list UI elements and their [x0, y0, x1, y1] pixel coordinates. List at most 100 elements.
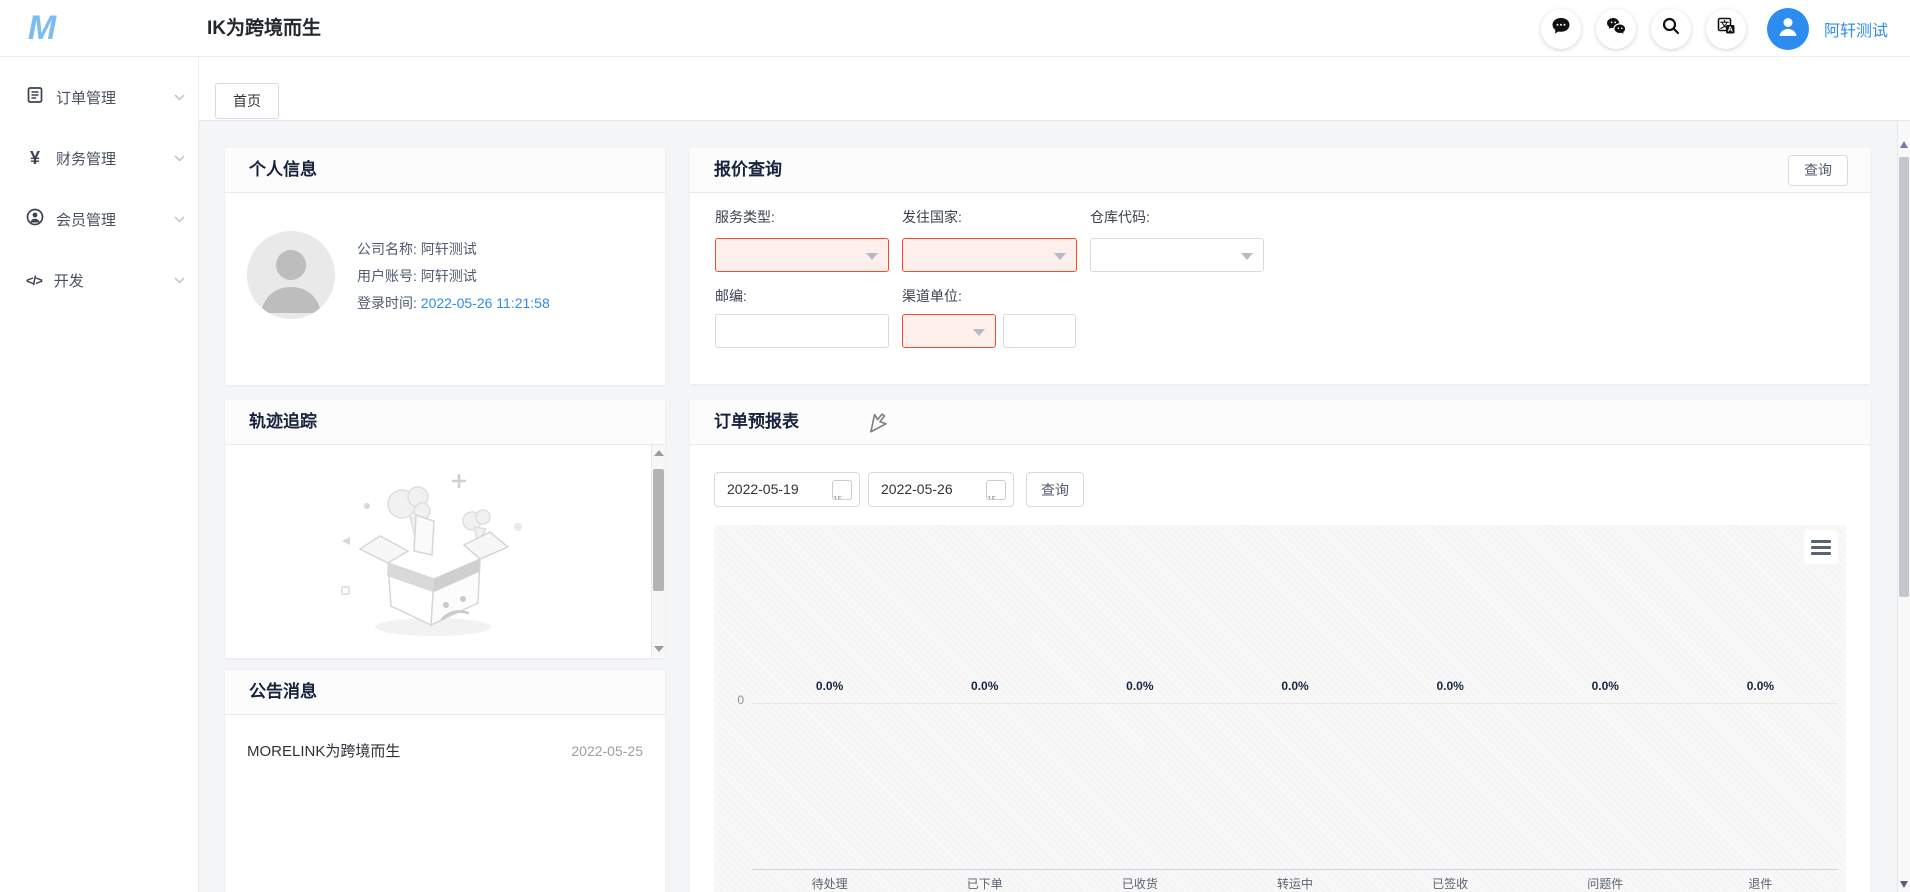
country-select[interactable] [902, 238, 1077, 272]
order-forecast-chart: 0 0.0% 0.0% 0.0% 0.0% 0.0% 0.0% 0.0% 待处理 已下单 已收货… [714, 525, 1846, 892]
scroll-down-icon[interactable] [654, 646, 664, 652]
chart-value-label: 0.0% [1281, 679, 1309, 693]
login-time-value: 2022-05-26 11:21:58 [420, 295, 550, 311]
company-value: 阿轩测试 [420, 241, 477, 257]
track-card: 轨迹追踪 [225, 400, 665, 658]
channel-select[interactable] [902, 314, 996, 348]
scroll-up-icon[interactable] [654, 450, 664, 456]
wechat-button[interactable] [1595, 8, 1636, 49]
chart-value-label: 0.0% [815, 679, 844, 693]
notice-card: 公告消息 MORELINK为跨境而生 2022-05-25 [225, 670, 665, 892]
scrollbar-thumb[interactable] [653, 469, 664, 591]
warehouse-label: 仓库代码: [1090, 209, 1150, 225]
profile-card-title: 个人信息 [225, 148, 665, 193]
track-scrollbar[interactable] [651, 445, 665, 657]
dev-icon: </> [26, 272, 43, 288]
chart-value-label: 0.0% [1746, 679, 1775, 693]
login-time-label: 登录时间: [357, 295, 417, 311]
quote-card: 报价查询 查询 服务类型: 发往国家: 仓库代码: 邮编: 渠道单位: [690, 148, 1870, 384]
date-from-value: 2022-05-19 [727, 481, 799, 497]
sidebar-item-label: 订单管理 [56, 89, 117, 107]
service-type-label: 服务类型: [715, 209, 775, 225]
warehouse-select[interactable] [1090, 238, 1264, 272]
user-avatar[interactable] [1766, 7, 1809, 50]
message-icon [1551, 16, 1571, 41]
empty-box-illustration [341, 474, 522, 636]
chart-category-label: 待处理 [811, 877, 848, 891]
chevron-down-icon [174, 88, 185, 106]
account-label: 用户账号: [357, 268, 417, 284]
message-button[interactable] [1540, 8, 1581, 49]
chart-category-label: 已下单 [966, 877, 1003, 891]
svg-text:A: A [1727, 25, 1733, 34]
chart-category-label: 已收货 [1121, 877, 1158, 891]
header-actions: 文A 阿轩测试 [1540, 0, 1888, 57]
service-type-select[interactable] [715, 238, 889, 272]
chart-value-labels: 0.0% 0.0% 0.0% 0.0% 0.0% 0.0% 0.0% [752, 679, 1838, 693]
chevron-down-icon [174, 210, 185, 228]
zipcode-label: 邮编: [715, 288, 747, 304]
forecast-query-button[interactable]: 查询 [1026, 472, 1084, 507]
forecast-card-title: 订单预报表 [690, 400, 1870, 445]
search-button[interactable] [1650, 8, 1691, 49]
dropdown-arrow-icon [1054, 253, 1066, 260]
track-empty-state [225, 445, 665, 657]
notice-item-title[interactable]: MORELINK为跨境而生 [247, 740, 400, 761]
scroll-up-icon[interactable] [1900, 141, 1908, 148]
chevron-down-icon [174, 271, 185, 289]
sidebar-item-finance[interactable]: ¥ 财务管理 [0, 138, 199, 178]
forecast-date-row: 2022-05-19 15 2022-05-26 15 查询 [714, 472, 1084, 507]
notice-item[interactable]: MORELINK为跨境而生 2022-05-25 [225, 740, 665, 761]
dashboard-page: M IK为跨境而生 文A 阿轩测试 订单管理 ¥ 财务管理 会员管理 </> 开… [0, 0, 1910, 892]
track-card-title: 轨迹追踪 [225, 400, 665, 445]
tab-bar: 首页 [199, 57, 1910, 121]
notice-item-date: 2022-05-25 [571, 743, 643, 759]
chart-menu-button[interactable] [1804, 530, 1838, 564]
translate-icon: 文A [1716, 16, 1736, 41]
order-icon [26, 86, 44, 109]
search-icon [1661, 16, 1681, 41]
user-name[interactable]: 阿轩测试 [1824, 17, 1888, 41]
profile-info: 公司名称: 阿轩测试 用户账号: 阿轩测试 登录时间: 2022-05-26 1… [357, 236, 550, 317]
zipcode-input[interactable] [715, 314, 889, 348]
chart-category-label: 退件 [1748, 877, 1773, 891]
chart-x-axis [752, 869, 1838, 870]
sidebar-item-dev[interactable]: </> 开发 [0, 260, 199, 300]
sidebar-item-members[interactable]: 会员管理 [0, 199, 199, 239]
brand-title: IK为跨境而生 [207, 18, 322, 39]
date-to-input[interactable]: 2022-05-26 15 [868, 472, 1014, 507]
dropdown-arrow-icon [973, 329, 985, 336]
brand-logo[interactable]: M [22, 8, 62, 48]
sidebar-item-orders[interactable]: 订单管理 [0, 77, 199, 117]
tab-home[interactable]: 首页 [215, 83, 279, 119]
chart-gridline [752, 703, 1838, 704]
quote-card-title: 报价查询 [714, 160, 782, 179]
chart-value-label: 0.0% [971, 679, 999, 693]
user-icon [1775, 13, 1801, 44]
scroll-down-icon[interactable] [1900, 881, 1908, 888]
member-icon [26, 208, 44, 231]
date-to-value: 2022-05-26 [881, 481, 953, 497]
chart-value-label: 0.0% [1436, 679, 1464, 693]
page-scrollbar[interactable] [1897, 121, 1910, 892]
chart-category-label: 转运中 [1276, 877, 1313, 891]
profile-avatar [247, 231, 335, 319]
translate-button[interactable]: 文A [1705, 8, 1746, 49]
country-label: 发往国家: [902, 209, 962, 225]
profile-card: 个人信息 公司名称: 阿轩测试 用户账号: 阿轩测试 登录时间: 2022-05… [225, 148, 665, 385]
company-label: 公司名称: [357, 241, 417, 257]
sidebar-item-label: 会员管理 [56, 211, 117, 229]
date-from-input[interactable]: 2022-05-19 15 [714, 472, 860, 507]
chart-category-label: 问题件 [1587, 877, 1624, 891]
channel-value-input[interactable] [1003, 314, 1076, 348]
chart-y-tick: 0 [737, 693, 744, 707]
chart-category-label: 已签收 [1432, 877, 1469, 891]
calendar-icon[interactable]: 15 [832, 480, 852, 500]
calendar-icon[interactable]: 15 [986, 480, 1006, 500]
scrollbar-thumb[interactable] [1899, 157, 1909, 597]
chart-value-label: 0.0% [1591, 679, 1619, 693]
sidebar-item-label: 开发 [53, 272, 84, 290]
finance-icon: ¥ [29, 147, 40, 168]
top-header: M IK为跨境而生 文A 阿轩测试 [0, 0, 1910, 57]
quote-query-button[interactable]: 查询 [1788, 155, 1848, 186]
